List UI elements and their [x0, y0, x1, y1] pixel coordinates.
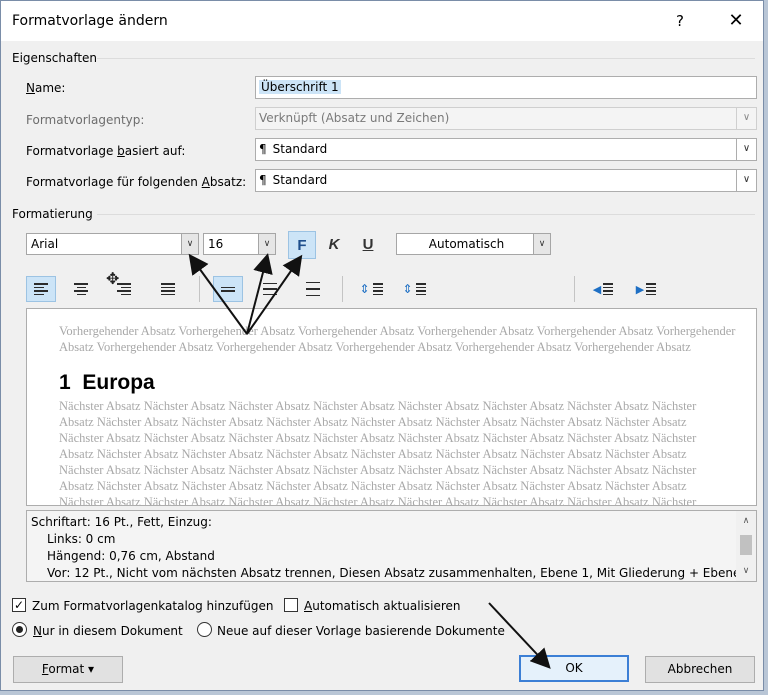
based-on-dropdown[interactable]: ¶ Standard ∨	[255, 138, 757, 161]
arrow-right-icon: ▶	[635, 282, 645, 296]
font-color-value: Automatisch	[428, 237, 505, 251]
preview-heading: 1 Europa	[59, 371, 155, 394]
properties-divider	[97, 58, 755, 59]
preview-previous-paragraph: Absatz Vorhergehender Absatz Vorhergehen…	[59, 340, 691, 354]
caret-down-icon: ▾	[88, 662, 95, 676]
style-description: Schriftart: 16 Pt., Fett, Einzug: Links:…	[26, 510, 757, 582]
ok-button[interactable]: OK	[519, 655, 629, 682]
auto-update-checkbox[interactable]	[284, 598, 298, 612]
only-this-document-radio[interactable]	[12, 622, 27, 637]
font-size-value: 16	[208, 237, 224, 251]
cancel-button[interactable]: Abbrechen	[645, 656, 755, 683]
following-style-label: Formatvorlage für folgenden Absatz:	[26, 175, 247, 189]
preview-next-paragraph: Nächster Absatz Nächster Absatz Nächster…	[59, 399, 697, 413]
chevron-down-icon[interactable]: ∨	[736, 139, 756, 160]
space-before-increase-button[interactable]: ⇕	[356, 276, 386, 302]
help-button[interactable]: ?	[668, 9, 692, 33]
preview-next-paragraph: Absatz Nächster Absatz Nächster Absatz N…	[59, 415, 687, 429]
font-size-dropdown[interactable]: 16 ∨	[203, 233, 276, 255]
style-type-value: Verknüpft (Absatz und Zeichen)	[259, 111, 450, 125]
paragraph-icon: ¶	[259, 173, 267, 187]
description-line: Hängend: 0,76 cm, Abstand	[47, 549, 215, 563]
add-to-gallery-checkbox[interactable]: ✓	[12, 598, 26, 612]
preview-next-paragraph: Nächster Absatz Nächster Absatz Nächster…	[59, 495, 697, 506]
modify-style-dialog: Formatvorlage ändern ? ✕ Eigenschaften N…	[0, 0, 764, 691]
auto-update-label[interactable]: Automatisch aktualisieren	[304, 599, 460, 613]
justify-button[interactable]	[153, 276, 183, 302]
formatting-divider	[97, 214, 755, 215]
chevron-down-icon[interactable]: ∨	[736, 170, 756, 191]
font-color-dropdown[interactable]: Automatisch ∨	[396, 233, 551, 255]
formatting-section-title: Formatierung	[12, 207, 93, 221]
following-style-dropdown[interactable]: ¶ Standard ∨	[255, 169, 757, 192]
based-on-label: Formatvorlage basiert auf:	[26, 144, 186, 158]
scroll-up-icon[interactable]: ∧	[736, 513, 756, 529]
style-type-dropdown: Verknüpft (Absatz und Zeichen) ∨	[255, 107, 757, 130]
style-type-label: Formatvorlagentyp:	[26, 113, 145, 127]
description-line: Vor: 12 Pt., Nicht vom nächsten Absatz t…	[47, 566, 756, 580]
based-on-value: Standard	[272, 142, 328, 156]
description-scrollbar[interactable]: ∧ ∨	[736, 511, 756, 581]
preview-previous-paragraph: Vorhergehender Absatz Vorhergehender Abs…	[59, 324, 736, 338]
increase-indent-button[interactable]: ▶	[631, 276, 661, 302]
name-input[interactable]: Überschrift 1	[255, 76, 757, 99]
align-left-button[interactable]	[26, 276, 56, 302]
up-down-arrow-icon: ⇕	[359, 282, 370, 296]
decrease-indent-button[interactable]: ◀	[588, 276, 618, 302]
chevron-down-icon[interactable]: ∨	[533, 234, 550, 254]
style-preview: Vorhergehender Absatz Vorhergehender Abs…	[26, 308, 757, 506]
title-bar: Formatvorlage ändern ? ✕	[1, 1, 763, 41]
chevron-down-icon: ∨	[736, 108, 756, 129]
preview-next-paragraph: Absatz Nächster Absatz Nächster Absatz N…	[59, 479, 687, 493]
toolbar-separator	[574, 276, 575, 302]
description-line: Links: 0 cm	[47, 532, 116, 546]
align-center-button[interactable]	[66, 276, 96, 302]
name-value: Überschrift 1	[259, 80, 341, 94]
font-value: Arial	[31, 237, 59, 251]
only-this-document-label[interactable]: Nur in diesem Dokument	[33, 624, 183, 638]
toolbar-separator	[342, 276, 343, 302]
format-menu-button[interactable]: Format ▾	[13, 656, 123, 683]
close-button[interactable]: ✕	[723, 9, 749, 33]
move-cursor-icon: ✥	[106, 269, 120, 288]
bold-button[interactable]: F	[288, 231, 316, 259]
paragraph-icon: ¶	[259, 142, 267, 156]
line-spacing-onehalf-button[interactable]	[255, 276, 285, 302]
font-dropdown[interactable]: Arial ∨	[26, 233, 199, 255]
add-to-gallery-label[interactable]: Zum Formatvorlagenkatalog hinzufügen	[32, 599, 273, 613]
line-spacing-single-button[interactable]	[213, 276, 243, 302]
scroll-thumb[interactable]	[740, 535, 752, 555]
preview-next-paragraph: Absatz Nächster Absatz Nächster Absatz N…	[59, 447, 687, 461]
following-style-value: Standard	[272, 173, 328, 187]
scroll-down-icon[interactable]: ∨	[736, 563, 756, 579]
space-before-decrease-button[interactable]: ⇕	[399, 276, 429, 302]
chevron-down-icon[interactable]: ∨	[181, 234, 198, 254]
name-label: Name:	[26, 81, 66, 95]
properties-section-title: Eigenschaften	[12, 51, 98, 65]
dialog-title: Formatvorlage ändern	[12, 13, 168, 29]
underline-button[interactable]: U	[354, 231, 382, 259]
toolbar-separator	[199, 276, 200, 302]
arrow-left-icon: ◀	[592, 282, 602, 296]
chevron-down-icon[interactable]: ∨	[258, 234, 275, 254]
line-spacing-double-button[interactable]	[298, 276, 328, 302]
down-up-arrow-icon: ⇕	[402, 282, 413, 296]
new-documents-label[interactable]: Neue auf dieser Vorlage basierende Dokum…	[217, 624, 505, 638]
preview-next-paragraph: Nächster Absatz Nächster Absatz Nächster…	[59, 463, 697, 477]
description-line: Schriftart: 16 Pt., Fett, Einzug:	[31, 515, 212, 529]
new-documents-radio[interactable]	[197, 622, 212, 637]
preview-next-paragraph: Nächster Absatz Nächster Absatz Nächster…	[59, 431, 697, 445]
italic-button[interactable]: K	[320, 231, 348, 259]
